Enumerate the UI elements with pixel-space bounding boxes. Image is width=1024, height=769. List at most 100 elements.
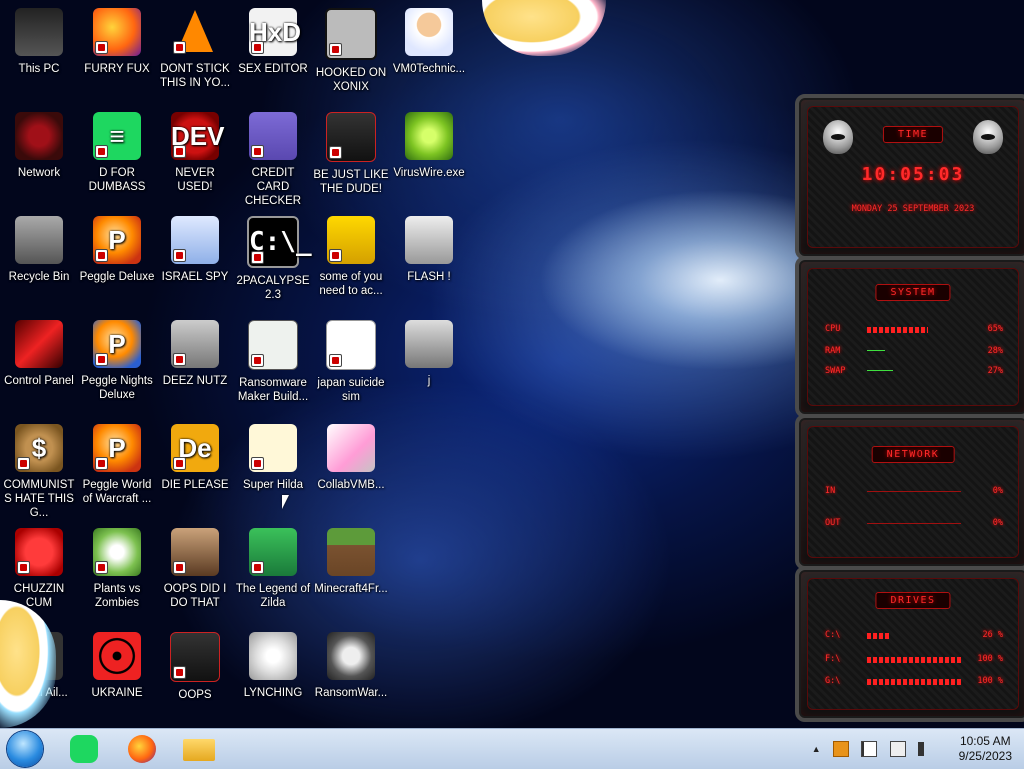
desktop-icon-dont-stick[interactable]: DONT STICK THIS IN YO... [156, 2, 234, 102]
drive-f-row: F:\ 100 % [819, 654, 1007, 666]
alien-app-icon [326, 112, 376, 162]
bar-fill [867, 327, 929, 333]
row-value: 100 % [977, 676, 1003, 686]
cpu-bar [867, 327, 961, 333]
icon-label: DONT STICK THIS IN YO... [159, 63, 231, 89]
desktop-icon-japan-suicide-sim[interactable]: japan suicide sim [312, 314, 390, 414]
desktop-icon-viruswire[interactable]: VirusWire.exe [390, 106, 468, 206]
drive-bar [867, 657, 961, 663]
chuzzle-icon [15, 528, 63, 576]
peggle-icon: P [93, 216, 141, 264]
desktop-icon-lynching[interactable]: LYNCHING [234, 626, 312, 726]
desktop-icon-some-of-you[interactable]: some of you need to ac... [312, 210, 390, 310]
row-value: 27% [987, 366, 1003, 376]
desktop-icon-hooked-on-xonix[interactable]: HOOKED ON XONIX [312, 2, 390, 102]
desktop-icon-pvz[interactable]: Plants vs Zombies [78, 522, 156, 622]
ram-row: RAM 28% [819, 346, 1007, 358]
taskbar-file-explorer-button[interactable] [177, 731, 221, 767]
desktop-icon-be-just-like[interactable]: BE JUST LIKE THE DUDE! [312, 106, 390, 206]
desktop-icon-furry-fux[interactable]: FURRY FUX [78, 2, 156, 102]
desktop-icon-oops-did-i[interactable]: OOPS DID I DO THAT [156, 522, 234, 622]
desktop-icon-ransomwar[interactable]: RansomWar... [312, 626, 390, 726]
desktop-icon-vm0technic[interactable]: VM0Technic... [390, 2, 468, 102]
desktop-icon-collabvm[interactable]: CollabVMB... [312, 418, 390, 518]
widget-date: MONDAY 25 SEPTEMBER 2023 [851, 204, 975, 214]
desktop-icon-recycle-bin[interactable]: Recycle Bin [0, 210, 78, 310]
desktop-icon-this-pc[interactable]: This PC [0, 2, 78, 102]
desktop-icon-die-please[interactable]: De DIE PLEASE [156, 418, 234, 518]
graph-line [867, 350, 885, 351]
icon-label: Peggle Deluxe [79, 271, 155, 283]
alien-head-icon [823, 120, 853, 154]
drive-bar [867, 679, 961, 685]
cpu-row: CPU 65% [819, 324, 1007, 336]
portrait-icon [171, 528, 219, 576]
desktop-icon-ransomware-maker[interactable]: Ransomware Maker Build... [234, 314, 312, 414]
icon-label: SEX EDITOR [238, 63, 308, 75]
show-hidden-icons-button[interactable]: ▲ [812, 744, 821, 754]
icon-label: VirusWire.exe [393, 167, 465, 179]
desktop-icon-network[interactable]: Network [0, 106, 78, 206]
desktop-icon-peggle-deluxe[interactable]: P Peggle Deluxe [78, 210, 156, 310]
taskbar-spotify-button[interactable] [62, 731, 106, 767]
icon-label: The Legend of Zilda [235, 583, 311, 609]
net-graph [867, 523, 961, 524]
shortcut-arrow-icon [173, 457, 186, 470]
desktop-icon-oops[interactable]: OOPS [156, 626, 234, 726]
taskbar-firefox-button[interactable] [120, 731, 164, 767]
action-center-flag-icon[interactable] [861, 741, 878, 757]
network-tray-icon[interactable] [889, 741, 906, 757]
icon-label: 2PACALYPSE 2.3 [236, 275, 310, 301]
icon-label: japan suicide sim [317, 377, 385, 403]
shortcut-arrow-icon [329, 249, 342, 262]
desktop-icon-flash[interactable]: FLASH ! [390, 210, 468, 310]
icon-label: Control Panel [4, 375, 74, 387]
computer-icon [15, 8, 63, 56]
shortcut-arrow-icon [95, 249, 108, 262]
alien-head-icon [973, 120, 1003, 154]
desktop-icon-control-panel[interactable]: Control Panel [0, 314, 78, 414]
net-out-row: OUT 0% [819, 518, 1007, 530]
widget-title: DRIVES [875, 592, 951, 609]
desktop-icon-d-for-dumbass[interactable]: ≡ D FOR DUMBASS [78, 106, 156, 206]
bar-fill [867, 633, 892, 639]
desktop-icon-credit-card[interactable]: CREDIT CARD CHECKER [234, 106, 312, 207]
desktop-icon-peggle-nights[interactable]: P Peggle Nights Deluxe [78, 314, 156, 414]
icon-label: RansomWar... [314, 687, 388, 699]
desktop-icon-deez-nutz[interactable]: DEEZ NUTZ [156, 314, 234, 414]
desktop-icon-j[interactable]: j [390, 314, 468, 414]
desktop-icon-zilda[interactable]: The Legend of Zilda [234, 522, 312, 622]
desktop-icon-peggle-wow[interactable]: P Peggle World of Warcraft ... [78, 418, 156, 518]
shortcut-arrow-icon [173, 145, 186, 158]
desktop-icon-sex-editor[interactable]: HxD SEX EDITOR [234, 2, 312, 102]
desktop-icon-2pacalypse[interactable]: C:\_ 2PACALYPSE 2.3 [234, 210, 312, 310]
start-button[interactable] [7, 731, 43, 767]
skull-icon [327, 632, 375, 680]
network-widget: NETWORK IN 0% OUT 0% [795, 414, 1024, 570]
spotify-icon: ≡ [93, 112, 141, 160]
system-tray: ▲ [803, 741, 928, 757]
icon-label: HOOKED ON XONIX [315, 67, 387, 93]
drive-c-row: C:\ 26 % [819, 630, 1007, 642]
vlc-icon [171, 8, 219, 56]
net-graph [867, 491, 961, 492]
shortcut-arrow-icon [173, 561, 186, 574]
row-key: RAM [825, 346, 841, 356]
desktop-icon-never-used[interactable]: DEV NEVER USED! [156, 106, 234, 206]
icon-label: Peggle World of Warcraft ... [82, 479, 152, 505]
icon-label: Network [17, 167, 61, 179]
desktop-icon-minecraft[interactable]: Minecraft4Fr... [312, 522, 390, 622]
shortcut-arrow-icon [173, 666, 186, 679]
volume-icon[interactable] [918, 742, 928, 756]
icon-label: This PC [18, 63, 60, 75]
desktop-icon-communists[interactable]: $ COMMUNISTS HATE THIS G... [0, 418, 78, 519]
desktop-icon-ukraine[interactable]: UKRAINE [78, 626, 156, 726]
desktop-icon-israel-spy[interactable]: ISRAEL SPY [156, 210, 234, 310]
drives-widget: DRIVES C:\ 26 % F:\ 100 % G:\ 100 % [795, 566, 1024, 722]
tray-app-icon[interactable] [832, 741, 849, 757]
desktop-icon-super-hilda[interactable]: Super Hilda [234, 418, 312, 518]
minecraft-icon [327, 528, 375, 576]
taskbar-clock[interactable]: 10:05 AM 9/25/2023 [959, 734, 1012, 764]
icon-label: LYNCHING [243, 687, 303, 699]
shortcut-arrow-icon [173, 41, 186, 54]
